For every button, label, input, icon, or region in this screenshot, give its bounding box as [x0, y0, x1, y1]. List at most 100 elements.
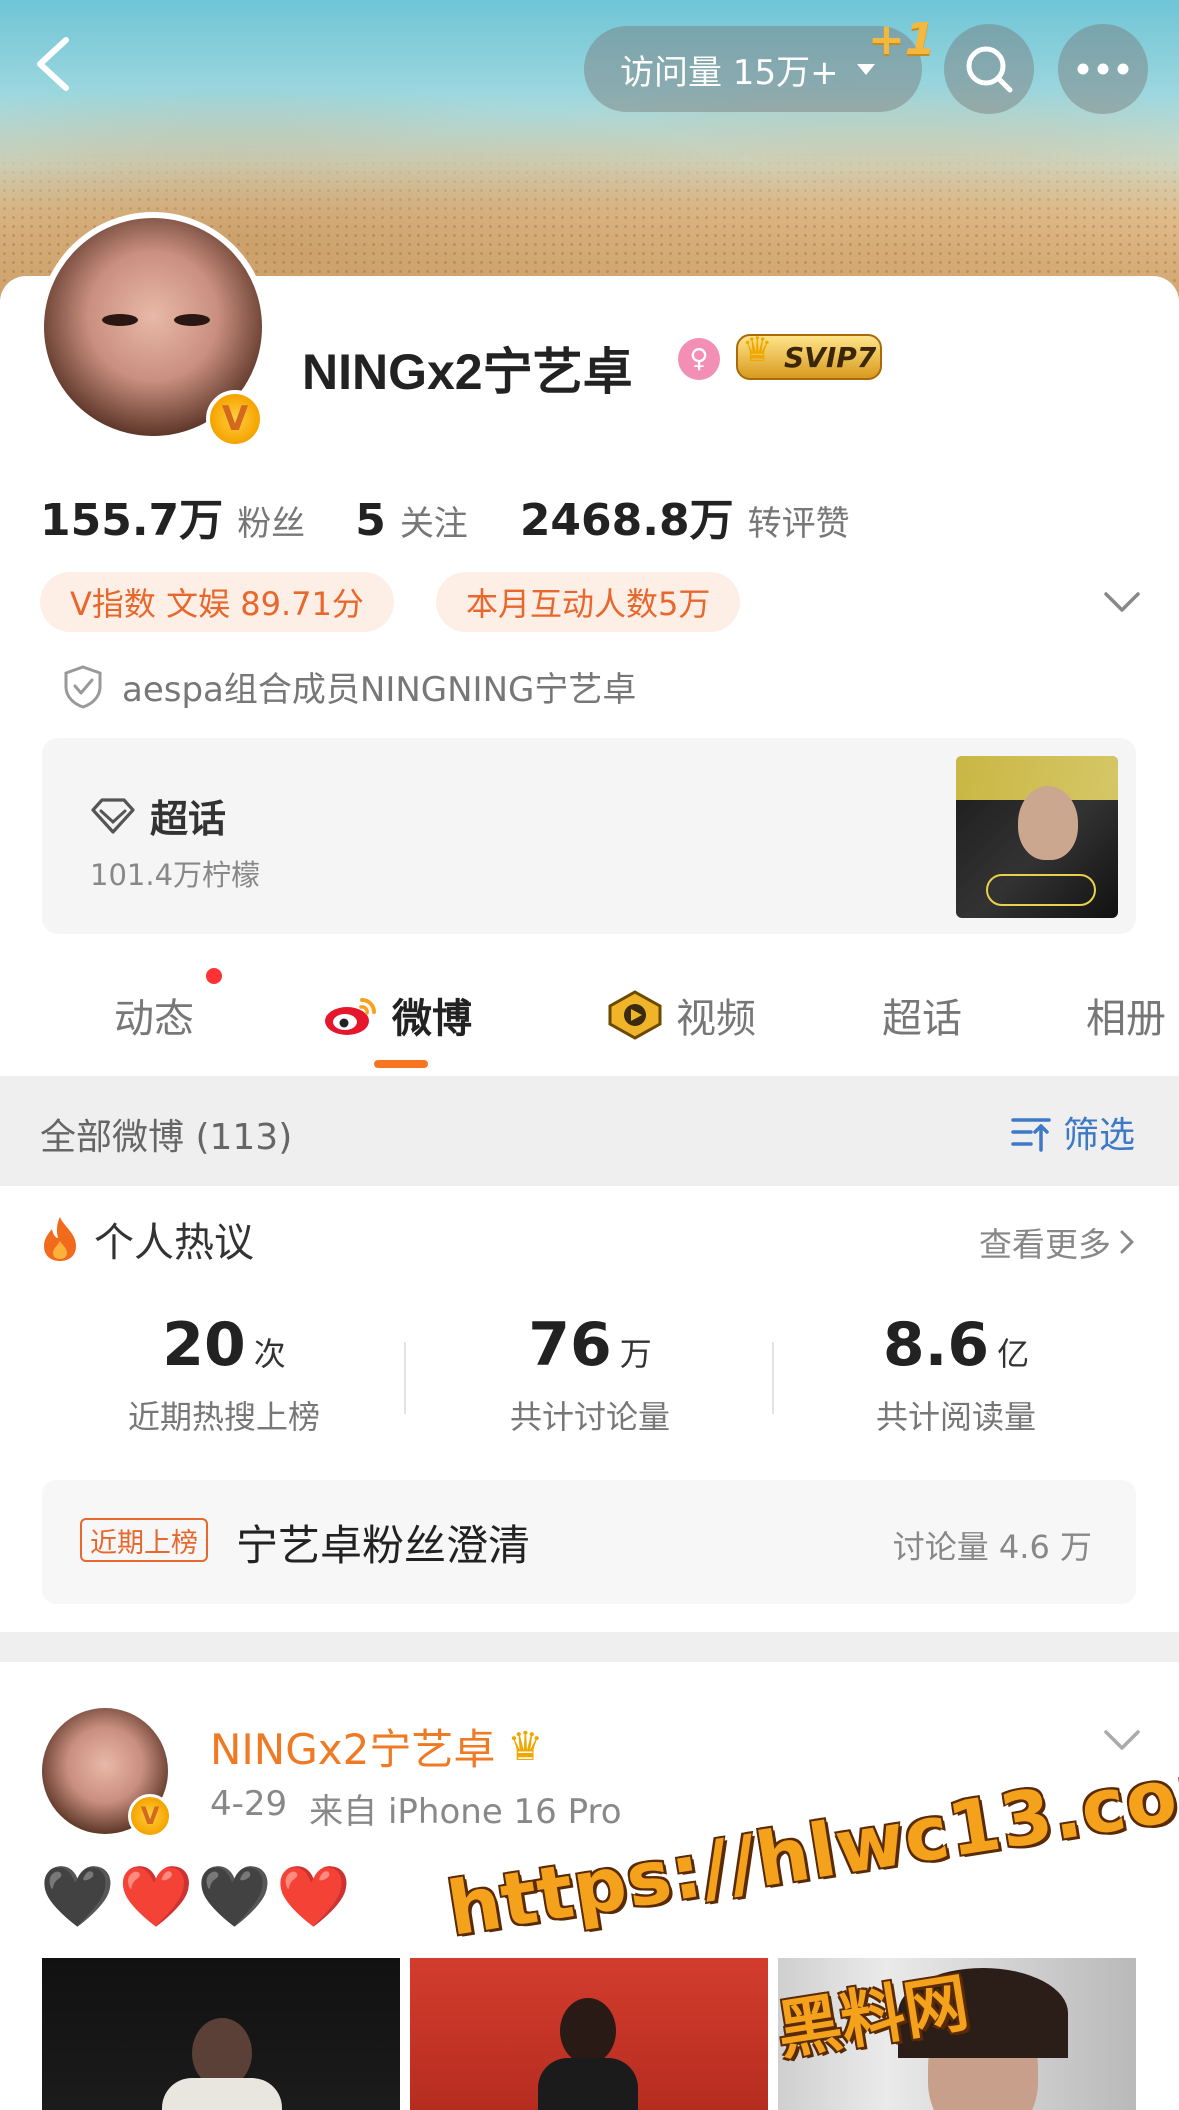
post-author-row[interactable]: NINGx2宁艺卓 ♛ — [210, 1716, 543, 1777]
fire-icon — [44, 1217, 76, 1261]
video-play-icon — [608, 990, 662, 1040]
post-image[interactable] — [42, 1958, 400, 2110]
stat-unit: 亿 — [997, 1335, 1030, 1373]
verified-v-icon: V — [206, 390, 264, 448]
expand-profile-button[interactable] — [1100, 588, 1144, 618]
hot-discussion-section: 个人热议 查看更多 20 次 近期热搜上榜 76 万 共计讨论量 8.6 亿 共计阅读… — [0, 1186, 1179, 1632]
search-icon — [966, 46, 1013, 93]
profile-tabs: 动态 微博 视频 超话 相册 — [0, 958, 1179, 1078]
post-date: 4-29 — [210, 1784, 288, 1824]
profile-stats: 155.7万 粉丝 5 关注 2468.8万 转评赞 — [40, 484, 850, 548]
caret-down-icon — [856, 63, 875, 75]
supertopic-subtitle: 101.4万柠檬 — [90, 858, 261, 892]
supertopic-card[interactable]: 超话 101.4万柠檬 — [42, 738, 1136, 934]
image-figure — [162, 2078, 282, 2110]
more-dots-icon — [1077, 63, 1129, 75]
stat-description: 共计阅读量 — [875, 1398, 1036, 1436]
post-image[interactable] — [410, 1958, 768, 2110]
tab-label: 超话 — [882, 996, 962, 1042]
filter-label: 筛选 — [1062, 1115, 1135, 1156]
thumbnail-plate — [986, 874, 1096, 906]
post-options-button[interactable] — [1100, 1726, 1144, 1756]
hot-search-count-stat: 20 次 近期热搜上榜 — [74, 1310, 374, 1438]
supertopic-title: 超话 — [150, 797, 227, 841]
verification-text: aespa组合成员NINGNING宁艺卓 — [122, 670, 637, 710]
stat-divider — [772, 1342, 774, 1414]
hot-discussion-title-row: 个人热议 — [40, 1210, 254, 1268]
chevron-down-icon — [1104, 1730, 1140, 1750]
post-meta: 4-29 来自 iPhone 16 Pro — [210, 1784, 622, 1833]
back-button[interactable] — [30, 32, 78, 96]
post-author-name: NINGx2宁艺卓 — [210, 1725, 496, 1774]
stat-unit: 万 — [619, 1335, 652, 1373]
filter-button[interactable]: 筛选 — [1009, 1106, 1135, 1158]
chevron-right-icon — [1120, 1230, 1134, 1254]
recent-ranked-tag: 近期上榜 — [80, 1518, 208, 1562]
thumbnail-portrait — [1018, 786, 1078, 860]
crown-icon: ♛ — [742, 330, 773, 370]
tab-video[interactable]: 视频 — [606, 986, 756, 1044]
tab-feed[interactable]: 动态 — [114, 986, 194, 1044]
chevron-left-icon — [37, 37, 69, 91]
section-divider — [0, 1632, 1179, 1662]
image-figure — [560, 1998, 616, 2064]
avatar-feature — [174, 314, 210, 326]
svip-label: SVIP7 — [784, 340, 877, 374]
tab-label: 微博 — [392, 996, 472, 1042]
notification-dot — [206, 968, 222, 984]
filter-bar: 全部微博 (113) 筛选 — [0, 1076, 1179, 1186]
stat-value: 8.6 — [882, 1310, 990, 1380]
tab-label: 相册 — [1086, 996, 1166, 1042]
visit-count-label: 访问量 15万+ — [620, 52, 839, 93]
v-index-tag[interactable]: V指数 文娱 89.71分 — [40, 572, 394, 632]
hot-topic-discussion-count: 讨论量 4.6 万 — [892, 1528, 1092, 1566]
stat-unit: 次 — [253, 1335, 286, 1373]
interactions-count: 2468.8万 — [519, 495, 734, 546]
avatar-feature — [102, 314, 138, 326]
monthly-interaction-tag[interactable]: 本月互动人数5万 — [436, 572, 741, 632]
hot-discussion-title: 个人热议 — [94, 1220, 254, 1266]
more-button[interactable] — [1058, 24, 1148, 114]
all-posts-count: 全部微博 (113) — [40, 1117, 293, 1158]
tab-supertopic[interactable]: 超话 — [882, 986, 962, 1044]
hot-topic-item[interactable]: 近期上榜 宁艺卓粉丝澄清 讨论量 4.6 万 — [42, 1480, 1136, 1604]
post-source: 来自 iPhone 16 Pro — [309, 1792, 622, 1832]
shield-check-icon — [64, 664, 102, 709]
supertopic-thumbnail[interactable] — [956, 756, 1118, 918]
followers-label[interactable]: 粉丝 — [237, 496, 305, 545]
view-more-label: 查看更多 — [979, 1225, 1111, 1264]
female-icon: ♀ — [678, 338, 720, 380]
verified-v-icon: V — [128, 1794, 172, 1838]
visit-increment: +1 — [868, 14, 936, 65]
active-tab-indicator — [374, 1060, 428, 1068]
post-text: 🖤❤️🖤❤️ — [40, 1862, 355, 1932]
svip-badge[interactable]: ♛ SVIP7 — [736, 330, 882, 380]
verification-row: aespa组合成员NINGNING宁艺卓 — [62, 662, 636, 711]
stat-description: 共计讨论量 — [509, 1398, 670, 1436]
profile-name: NINGx2宁艺卓 — [302, 344, 633, 400]
weibo-logo-icon — [325, 998, 376, 1035]
followers-count[interactable]: 155.7万 — [40, 484, 223, 548]
stat-divider — [404, 1342, 406, 1414]
chevron-down-icon — [1104, 592, 1140, 612]
read-volume-stat: 8.6 亿 共计阅读量 — [806, 1310, 1106, 1438]
following-count[interactable]: 5 — [355, 495, 386, 546]
stat-value: 76 — [528, 1310, 612, 1380]
tab-album[interactable]: 相册 — [1086, 986, 1166, 1044]
tab-label: 视频 — [676, 996, 756, 1042]
search-button[interactable] — [944, 24, 1034, 114]
following-label[interactable]: 关注 — [400, 496, 468, 545]
view-more-link[interactable]: 查看更多 — [979, 1218, 1135, 1266]
tab-weibo[interactable]: 微博 — [322, 986, 472, 1044]
supertopic-title-row: 超话 — [90, 788, 226, 843]
interactions-label: 转评赞 — [747, 504, 850, 544]
discussion-volume-stat: 76 万 共计讨论量 — [440, 1310, 740, 1438]
filter-sort-icon — [1011, 1118, 1051, 1152]
watermark-url: https://hlwc13.com — [442, 1740, 1179, 1953]
stat-value: 20 — [162, 1310, 246, 1380]
tab-label: 动态 — [114, 996, 194, 1042]
stat-description: 近期热搜上榜 — [127, 1398, 320, 1436]
image-figure — [538, 2058, 638, 2110]
crown-icon: ♛ — [507, 1723, 544, 1770]
diamond-icon — [91, 797, 135, 834]
